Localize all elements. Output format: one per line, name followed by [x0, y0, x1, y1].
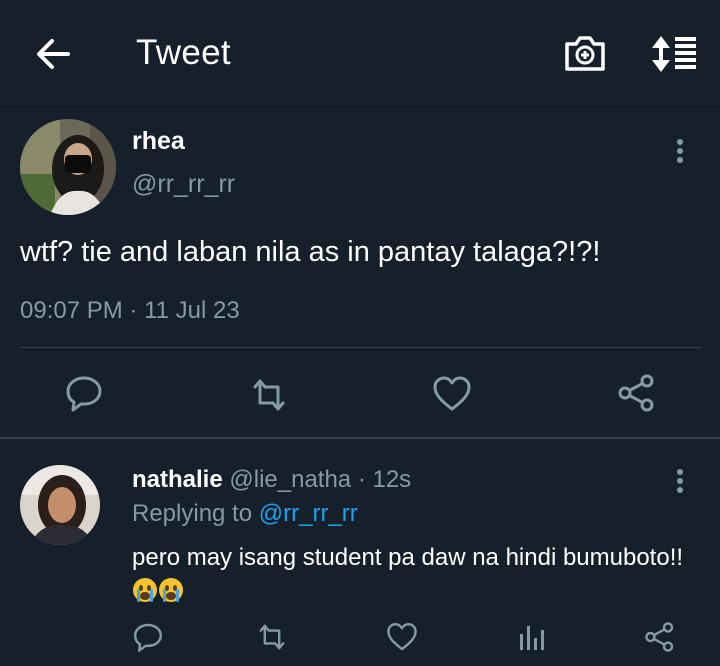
retweet-icon[interactable] — [256, 620, 288, 654]
reply-time: · 12s — [357, 466, 412, 493]
tweet-text: wtf? tie and laban nila as in pantay tal… — [20, 236, 601, 268]
meta-separator: · — [122, 297, 145, 324]
author-display-name[interactable]: rhea — [132, 127, 185, 156]
more-icon[interactable] — [675, 139, 685, 167]
reply-icon[interactable] — [64, 373, 104, 413]
tweet-timestamp: 09:07 PM · 11 Jul 23 — [20, 297, 240, 325]
replying-to-link[interactable]: @rr_rr_rr — [259, 500, 358, 527]
share-icon[interactable] — [617, 373, 657, 413]
avatar[interactable] — [20, 119, 116, 215]
like-icon[interactable] — [432, 374, 472, 414]
divider — [20, 347, 702, 348]
reply-body: pero may isang student pa daw na hindi b… — [132, 544, 684, 571]
reply-author-display-name[interactable]: nathalie — [132, 466, 223, 493]
replying-to-line: Replying to @rr_rr_rr — [132, 500, 358, 528]
replying-prefix: Replying to — [132, 500, 259, 527]
reply-header: nathalie @lie_natha · 12s — [132, 466, 411, 494]
section-divider — [0, 437, 720, 439]
reply-icon[interactable] — [132, 620, 164, 654]
more-icon[interactable] — [675, 469, 685, 497]
share-icon[interactable] — [644, 620, 676, 654]
author-handle[interactable]: @rr_rr_rr — [132, 170, 235, 199]
tweet-date: 11 Jul 23 — [144, 297, 240, 324]
crying-emoji-icon — [132, 577, 184, 603]
reply-avatar[interactable] — [20, 465, 100, 545]
like-icon[interactable] — [386, 620, 418, 654]
retweet-icon[interactable] — [249, 375, 289, 415]
tweet-time: 09:07 PM — [20, 297, 123, 324]
sort-icon[interactable] — [650, 34, 698, 74]
reply-author-handle[interactable]: @lie_natha — [229, 466, 351, 493]
analytics-icon[interactable] — [516, 620, 548, 654]
reply-text: pero may isang student pa daw na hindi b… — [132, 541, 692, 607]
page-title: Tweet — [136, 33, 231, 72]
back-arrow-icon[interactable] — [34, 36, 72, 72]
top-app-bar: Tweet — [0, 0, 720, 107]
camera-icon[interactable] — [563, 33, 607, 73]
